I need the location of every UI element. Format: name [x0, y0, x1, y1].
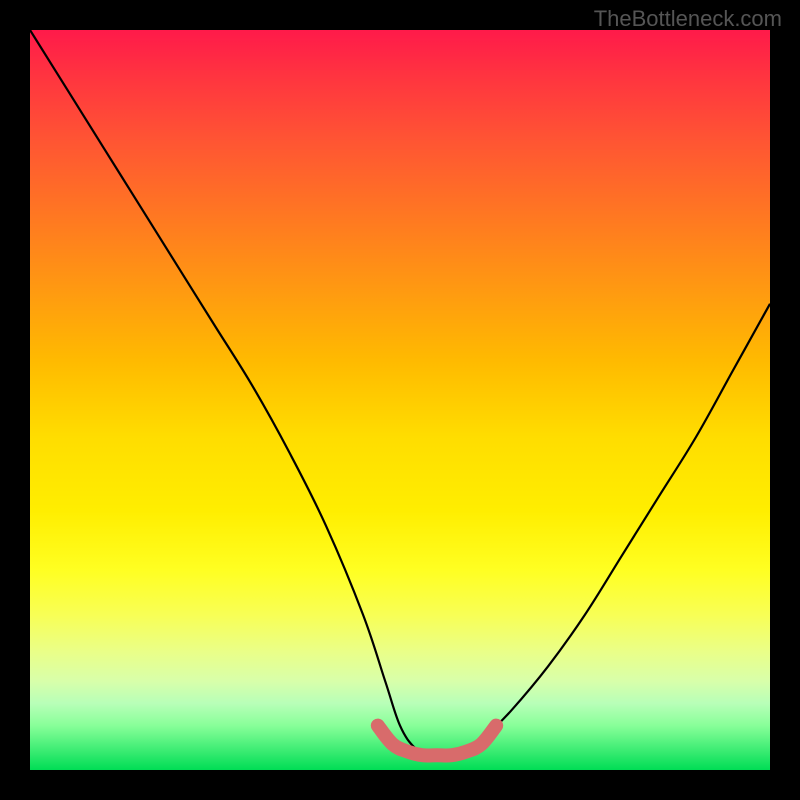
chart-svg	[30, 30, 770, 770]
watermark-text: TheBottleneck.com	[594, 6, 782, 32]
highlight-segment	[378, 726, 496, 756]
bottleneck-curve	[30, 30, 770, 756]
plot-area	[30, 30, 770, 770]
